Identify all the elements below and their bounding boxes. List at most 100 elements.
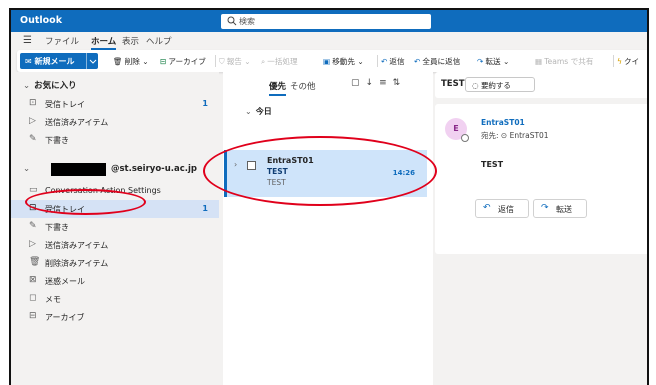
- search-box[interactable]: 検索: [221, 14, 431, 29]
- forward-button[interactable]: ↷ 転送 ⌄: [477, 56, 509, 67]
- tab-help[interactable]: ヘルプ: [146, 35, 172, 47]
- list-toolbar-icons[interactable]: ▢↓≡⇅: [351, 78, 406, 88]
- quick-steps-label: クイ: [624, 57, 640, 66]
- filter-icon[interactable]: ≡: [379, 78, 393, 88]
- message-time: 14:26: [392, 169, 415, 177]
- trash-icon: 🗑: [29, 257, 41, 267]
- tab-home[interactable]: ホーム: [91, 35, 117, 50]
- unread-count: 1: [202, 204, 208, 213]
- favorites-header[interactable]: ⌄ お気に入り: [23, 79, 77, 91]
- sweep-button[interactable]: ⌕ 一括処理: [261, 56, 298, 67]
- reply-icon: ↶: [483, 203, 491, 213]
- folder-archive[interactable]: ⊟ アーカイブ: [11, 308, 219, 326]
- folder-junk[interactable]: ⊠ 迷惑メール: [11, 272, 219, 290]
- new-mail-label: 新規メール: [34, 57, 75, 66]
- archive-icon: ⊟: [29, 311, 37, 321]
- sender-name[interactable]: EntraST01: [481, 118, 525, 127]
- sort-icon[interactable]: ↓: [366, 78, 380, 88]
- folder-inbox[interactable]: ⊟ 受信トレイ 1: [11, 200, 219, 218]
- teams-icon: ▦: [535, 57, 543, 66]
- reply-all-icon: ↶: [414, 57, 421, 66]
- chevron-down-icon: [89, 59, 97, 64]
- account-email-suffix: @st.seiryo-u.ac.jp: [111, 164, 197, 174]
- tab-focused[interactable]: 優先: [269, 80, 287, 96]
- favorite-inbox[interactable]: ⊡ 受信トレイ 1: [11, 95, 219, 113]
- folder-label: 削除済みアイテム: [45, 259, 109, 268]
- teams-share-label: Teams で共有: [544, 57, 594, 66]
- forward-label: 転送: [485, 57, 501, 66]
- reading-pane: TEST ◌ 要約する E EntraST01 宛先: ⊙ EntraST01 …: [435, 72, 647, 385]
- message-body: TEST: [481, 160, 504, 169]
- hamburger-icon[interactable]: ☰: [23, 35, 32, 46]
- redacted-account-name: [51, 163, 106, 176]
- new-mail-button[interactable]: ✉ 新規メール: [20, 53, 98, 69]
- folder-label: メモ: [45, 295, 61, 304]
- move-to-label: 移動先: [332, 57, 355, 66]
- reply-action-label: 返信: [498, 205, 514, 214]
- sweep-label: 一括処理: [267, 57, 298, 66]
- chevron-down-icon: ⌄: [245, 107, 252, 116]
- folder-drafts[interactable]: ✎ 下書き: [11, 218, 219, 236]
- copilot-icon: ◌: [472, 81, 481, 90]
- compose-icon: ✉: [25, 57, 35, 66]
- shield-icon: ⛉: [219, 57, 225, 66]
- folder-label: 受信トレイ: [45, 205, 85, 214]
- title-bar: Outlook 検索: [11, 10, 647, 32]
- message-checkbox[interactable]: [247, 161, 256, 170]
- send-icon: ▷: [29, 239, 36, 249]
- forward-action-button[interactable]: ↷ 転送: [533, 199, 587, 218]
- account-header[interactable]: ⌄ @st.seiryo-u.ac.jp: [23, 163, 213, 178]
- outlook-window: Outlook 検索 ☰ ファイル ホーム 表示 ヘルプ ✉ 新規メール 🗑 削除…: [9, 8, 649, 385]
- day-group-label: 今日: [255, 107, 272, 116]
- reply-label: 返信: [389, 57, 405, 66]
- folder-label: 下書き: [45, 223, 69, 232]
- forward-action-label: 転送: [556, 205, 572, 214]
- presence-icon: [461, 134, 469, 142]
- ribbon-divider: [377, 55, 378, 67]
- tab-file[interactable]: ファイル: [45, 35, 79, 47]
- inbox-icon: ⊟: [29, 203, 37, 213]
- folder-label: 送信済みアイテム: [45, 241, 109, 250]
- teams-share-button[interactable]: ▦ Teams で共有: [535, 56, 593, 67]
- reply-icon: ↶: [381, 57, 388, 66]
- trash-icon: 🗑: [113, 57, 123, 66]
- reply-button[interactable]: ↶ 返信: [381, 56, 405, 67]
- folder-sent-items[interactable]: ▷ 送信済みアイテム: [11, 236, 219, 254]
- message-sender: EntraST01: [267, 156, 314, 165]
- message-item[interactable]: › EntraST01 TEST TEST 14:26: [224, 150, 427, 197]
- favorite-sent-items[interactable]: ▷ 送信済みアイテム: [11, 113, 219, 131]
- folder-label: 下書き: [45, 136, 69, 145]
- archive-button[interactable]: ⊟ アーカイブ: [160, 56, 206, 67]
- day-group-header[interactable]: ⌄ 今日: [245, 106, 272, 117]
- folder-deleted-items[interactable]: 🗑 削除済みアイテム: [11, 254, 219, 272]
- ribbon-divider: [613, 55, 614, 67]
- inbox-icon: ⊡: [29, 98, 37, 108]
- delete-button[interactable]: 🗑 削除 ⌄: [113, 56, 149, 67]
- pencil-icon: ✎: [29, 134, 37, 144]
- favorite-drafts[interactable]: ✎ 下書き: [11, 131, 219, 149]
- select-icon[interactable]: ▢: [351, 78, 366, 88]
- chevron-down-icon: ⌄: [23, 164, 31, 174]
- reply-action-button[interactable]: ↶ 返信: [475, 199, 529, 218]
- lightning-icon: ϟ: [617, 57, 623, 66]
- report-label: 報告: [226, 57, 242, 66]
- report-button[interactable]: ⛉ 報告 ⌄: [219, 56, 251, 67]
- folder-label: 送信済みアイテム: [45, 118, 109, 127]
- favorites-label: お気に入り: [34, 81, 77, 91]
- folder-notes[interactable]: ◻ メモ: [11, 290, 219, 308]
- new-mail-dropdown[interactable]: [86, 53, 98, 69]
- expand-chevron-icon[interactable]: ›: [234, 160, 237, 169]
- reply-all-label: 全員に返信: [422, 57, 461, 66]
- tab-other[interactable]: その他: [290, 80, 316, 92]
- sort-order-icon[interactable]: ⇅: [393, 78, 407, 88]
- move-to-button[interactable]: ▣ 移動先 ⌄: [323, 56, 364, 67]
- junk-icon: ⊠: [29, 275, 37, 285]
- tab-view[interactable]: 表示: [122, 35, 139, 47]
- search-placeholder: 検索: [239, 17, 255, 26]
- quick-steps-button[interactable]: ϟ クイ: [617, 56, 639, 67]
- reply-all-button[interactable]: ↶ 全員に返信: [414, 56, 460, 67]
- summarize-button[interactable]: ◌ 要約する: [465, 77, 535, 92]
- folder-conversation-action-settings[interactable]: ▭ Conversation Action Settings: [11, 182, 219, 200]
- reading-subject: TEST: [441, 79, 465, 89]
- folder-pane: ⌄ お気に入り ⊡ 受信トレイ 1 ▷ 送信済みアイテム ✎ 下書き ⌄ @st.…: [11, 72, 219, 385]
